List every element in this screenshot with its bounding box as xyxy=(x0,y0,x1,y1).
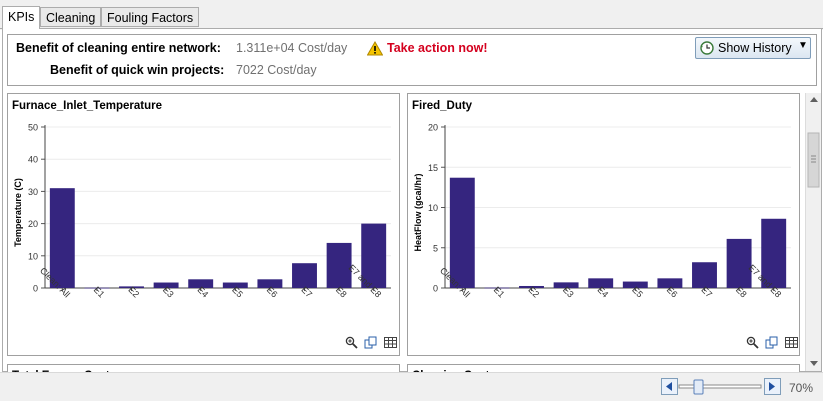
chart-panel-furnace-inlet-temperature: Furnace_Inlet_Temperature 0 10 20 30 40 50 Tem… xyxy=(7,93,400,356)
copy-icon[interactable] xyxy=(364,336,377,352)
warning-icon xyxy=(366,40,384,57)
tab-kpis[interactable]: KPIs xyxy=(2,6,41,29)
bar-e7 xyxy=(692,262,717,288)
y-tick-label: 5 xyxy=(433,243,438,253)
y-axis-label: Temperature (C) xyxy=(13,178,23,247)
chart-toolbar xyxy=(345,336,397,350)
chart-toolbar xyxy=(746,336,798,350)
quickwin-benefit-label: Benefit of quick win projects: xyxy=(50,63,225,77)
take-action-warning: Take action now! xyxy=(387,41,488,55)
y-tick-label: 20 xyxy=(428,123,438,133)
scroll-thumb xyxy=(807,132,820,188)
network-benefit-label: Benefit of cleaning entire network: xyxy=(16,41,221,55)
x-tick-label: E1 xyxy=(92,285,107,300)
y-tick-label: 40 xyxy=(28,155,38,165)
y-tick-label: 0 xyxy=(33,284,38,294)
y-axis-label: HeatFlow (gcal/hr) xyxy=(413,173,423,251)
y-tick-label: 30 xyxy=(28,187,38,197)
y-tick-label: 50 xyxy=(28,123,38,133)
show-history-button[interactable]: Show History ▼ xyxy=(695,37,811,59)
bar-clean-all xyxy=(449,177,475,288)
chart-panel-fired-duty: Fired_Duty 0 5 10 15 20 HeatFlow (gcal/hr) Cle… xyxy=(407,93,800,356)
y-tick-label: 20 xyxy=(28,219,38,229)
y-tick-label: 0 xyxy=(433,284,438,294)
table-icon[interactable] xyxy=(383,336,397,352)
tab-cleaning[interactable]: Cleaning xyxy=(40,7,102,27)
y-tick-label: 10 xyxy=(428,203,438,213)
y-tick-label: 10 xyxy=(28,251,38,261)
dropdown-arrow-icon: ▼ xyxy=(798,40,808,51)
zoom-level: 70% xyxy=(789,381,814,395)
vertical-scrollbar[interactable] xyxy=(805,93,821,371)
network-benefit-value: 1.311e+04 Cost/day xyxy=(236,41,348,55)
bar-e8 xyxy=(326,242,352,288)
copy-icon[interactable] xyxy=(765,336,778,352)
history-clock-icon xyxy=(700,41,714,58)
zoom-icon[interactable] xyxy=(746,336,759,352)
bar-e8 xyxy=(726,238,752,288)
x-tick-label: E1 xyxy=(492,285,507,300)
table-icon[interactable] xyxy=(784,336,798,352)
show-history-label: Show History xyxy=(718,41,792,55)
quickwin-benefit-value: 7022 Cost/day xyxy=(236,63,317,77)
zoom-icon[interactable] xyxy=(345,336,358,352)
scroll-down-icon xyxy=(810,361,818,366)
scroll-up-icon xyxy=(810,97,818,102)
y-tick-label: 15 xyxy=(428,163,438,173)
furnace-temperature-chart: 01020304050Temperature (C)Clean: All E1 E2… xyxy=(13,123,391,300)
fired-duty-chart: 05101520HeatFlow (gcal/hr)Clean: All E1 E2… xyxy=(413,123,791,300)
zoom-slider-thumb xyxy=(693,379,704,395)
bar-e7 xyxy=(292,263,317,288)
tab-fouling-factors[interactable]: Fouling Factors xyxy=(101,7,200,27)
zoom-slider[interactable] xyxy=(661,378,781,395)
